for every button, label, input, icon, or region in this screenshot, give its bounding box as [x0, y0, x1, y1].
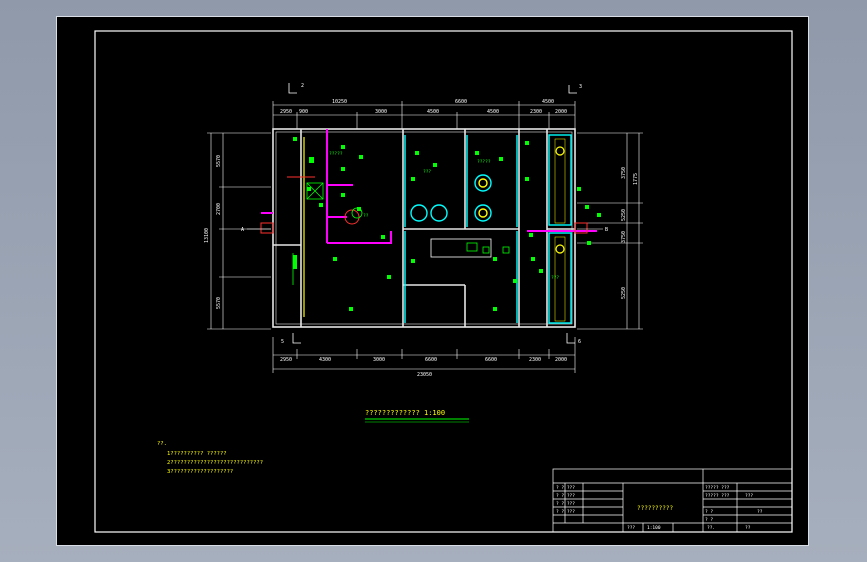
dim-bottom-total: 23050 — [417, 372, 432, 378]
dim-left-seg-1: 5570 — [216, 155, 222, 167]
bottom-dimension-text: 2950 4300 3000 6600 6600 2300 2000 23050 — [280, 357, 567, 378]
axis-marker-bottom-right: 6 — [578, 339, 581, 345]
room-label-office: ????? — [329, 151, 343, 157]
dim-top-seg-6: 2300 — [530, 109, 542, 115]
dim-top-seg-1: 2950 — [280, 109, 292, 115]
dim-right-seg-2: 3750 — [621, 231, 627, 243]
tb-right-row-3: ? ? — [705, 509, 713, 515]
dim-top-seg-2: 900 — [299, 109, 308, 115]
note-2: 2???????????????????????????? — [167, 460, 263, 466]
dim-bottom-seg-1: 2950 — [280, 357, 292, 363]
dim-top-total-1: 10250 — [332, 99, 347, 105]
dim-top-seg-5: 4500 — [487, 109, 499, 115]
dim-right-seg-3: 5250 — [621, 287, 627, 299]
tb-bottom-cell-3: ??. — [707, 525, 715, 531]
right-dimension-text: 3750 1775 5250 3750 5250 — [621, 167, 639, 299]
tb-left-row-2: ? ? ??? — [556, 493, 575, 499]
dim-left-seg-3: 5570 — [216, 297, 222, 309]
dim-top-seg-4: 4500 — [427, 109, 439, 115]
dim-right-outer-1: 3750 — [621, 167, 627, 179]
note-3: 3??????????????????? — [167, 469, 233, 475]
dim-left-outer: 13100 — [204, 228, 210, 243]
title-block-text: ?????????? ? ? ??? ? ? ??? ? ? ??? ? ? ?… — [556, 485, 763, 531]
dim-bottom-seg-3: 3000 — [373, 357, 385, 363]
axis-marker-top-right: 3 — [579, 84, 582, 90]
dim-bottom-seg-2: 4300 — [319, 357, 331, 363]
dim-left-seg-2: 2700 — [216, 203, 222, 215]
title-block-project: ?????????? — [637, 505, 674, 512]
tb-left-row-1: ? ? ??? — [556, 485, 575, 491]
tb-right-row-4: ? ? — [705, 517, 713, 523]
tb-bottom-cell-1: ??? — [627, 525, 635, 531]
bottom-dimensions — [272, 337, 576, 373]
room-label-c: ??? — [423, 169, 431, 175]
axis-marker-grid-a: A — [241, 227, 244, 233]
dim-bottom-seg-5: 6600 — [485, 357, 497, 363]
building-walls — [272, 128, 576, 328]
dim-bottom-seg-4: 6600 — [425, 357, 437, 363]
cad-drawing-canvas: 10250 6600 4500 2950 900 3000 4500 4500 … — [94, 30, 793, 533]
tb-right-row-2: ????? ??? — [705, 493, 730, 499]
axis-markers-bottom — [292, 333, 575, 344]
room-label-b: ????? — [477, 159, 491, 165]
drawing-sheet: 10250 6600 4500 2950 900 3000 4500 4500 … — [56, 16, 809, 546]
axis-marker-top-left: 2 — [301, 83, 304, 89]
tb-bottom-cell-2: 1:100 — [647, 525, 661, 531]
top-dimensions — [272, 101, 576, 129]
title-block-frame — [552, 468, 793, 533]
dim-top-seg-7: 2000 — [555, 109, 567, 115]
dim-top-total-3: 4500 — [542, 99, 554, 105]
notes-block: ??. 1?????????? ?????? 2????????????????… — [157, 441, 263, 475]
dim-bottom-seg-6: 2300 — [529, 357, 541, 363]
tb-right-value-3: ?? — [757, 509, 763, 515]
room-labels: ????? ?? ????? ??? ??? — [329, 151, 559, 281]
tb-left-row-4: ? ? ??? — [556, 509, 575, 515]
axis-marker-grid-b: B — [605, 227, 608, 233]
note-1: 1?????????? ?????? — [167, 451, 227, 457]
equipment-outlines — [292, 182, 510, 285]
axis-marker-bottom-left: 5 — [281, 339, 284, 345]
dim-right-outer-2: 1775 — [633, 173, 639, 185]
tb-left-row-3: ? ? ??? — [556, 501, 575, 507]
dim-right-seg-1: 5250 — [621, 209, 627, 221]
room-label-d: ??? — [551, 275, 559, 281]
notes-heading: ??. — [157, 441, 167, 447]
dim-bottom-seg-7: 2000 — [555, 357, 567, 363]
tb-right-value-4: ?? — [745, 525, 751, 531]
dim-top-seg-3: 3000 — [375, 109, 387, 115]
top-dimension-text: 10250 6600 4500 2950 900 3000 4500 4500 … — [280, 99, 567, 115]
left-dimension-text: 13100 5570 2700 5570 — [204, 155, 222, 309]
dim-top-total-2: 6600 — [455, 99, 467, 105]
room-label-a: ?? — [363, 213, 369, 219]
tb-right-row-1: ????? ??? — [705, 485, 730, 491]
axis-markers-top — [288, 83, 577, 94]
drawing-title: ????????????? 1:100 — [365, 409, 445, 417]
tanks — [410, 174, 492, 222]
tb-right-value-1: ??? — [745, 493, 753, 499]
